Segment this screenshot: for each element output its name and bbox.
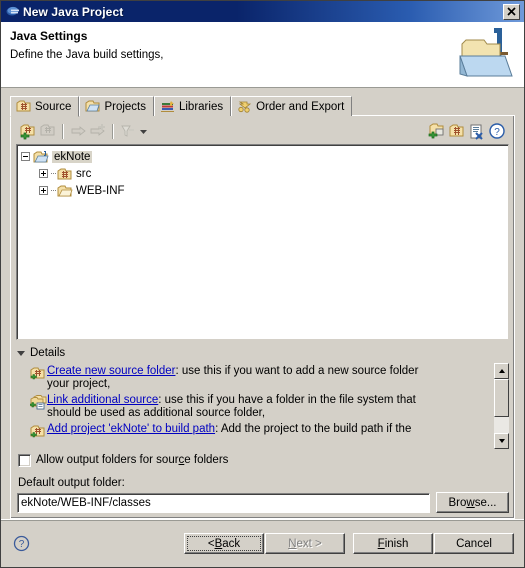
window-title: New Java Project xyxy=(23,4,124,19)
dialog-footer: ? < Back Next > Finish Cancel xyxy=(1,519,524,567)
tree-connector xyxy=(51,173,56,174)
create-new-source-folder-link[interactable]: Create new source folder xyxy=(47,365,175,377)
question-mark-icon[interactable]: ? xyxy=(487,122,507,141)
allow-output-folders-row[interactable]: Allow output folders for source folders xyxy=(18,451,509,469)
details-scrollbar[interactable] xyxy=(493,363,509,449)
details-panel: Create new source folder: use this if yo… xyxy=(16,363,509,449)
tab-order-and-export-label: Order and Export xyxy=(256,100,345,113)
add-project-buildpath-icon xyxy=(30,424,47,439)
new-java-project-dialog: New Java Project Java Settings Define th… xyxy=(0,0,525,568)
tab-libraries-label: Libraries xyxy=(178,100,224,113)
tab-strip: Source Projects Libraries Order and Expo… xyxy=(10,95,515,117)
add-project-to-build-path-link[interactable]: Add project 'ekNote' to build path xyxy=(47,423,215,435)
add-link-arrow-icon xyxy=(88,122,108,141)
add-source-folder-icon[interactable] xyxy=(18,122,38,141)
tab-projects[interactable]: Projects xyxy=(79,96,154,116)
triangle-down-icon xyxy=(17,350,25,356)
svg-text:?: ? xyxy=(19,539,25,550)
java-project-folder-icon xyxy=(450,22,524,87)
list-item-desc-line2: should be used as additional source fold… xyxy=(47,406,266,419)
tree-connector xyxy=(51,190,56,191)
question-mark-circle-icon[interactable]: ? xyxy=(13,535,30,552)
title-bar: New Java Project xyxy=(1,1,524,22)
source-folder-icon xyxy=(57,167,73,181)
default-output-folder-input[interactable]: ekNote/WEB-INF/classes xyxy=(17,492,430,513)
default-focus-ring xyxy=(187,536,261,551)
tab-libraries[interactable]: Libraries xyxy=(153,96,232,116)
new-source-folder-icon[interactable] xyxy=(427,122,447,141)
toolbar-separator-1 xyxy=(62,123,64,139)
tab-source[interactable]: Source xyxy=(10,96,80,117)
source-folder-icon xyxy=(16,100,31,114)
scroll-thumb[interactable] xyxy=(494,379,509,417)
order-export-arrows-icon xyxy=(237,100,252,114)
footer-buttons: < Back Next > Finish Cancel xyxy=(184,533,514,554)
allow-output-folders-checkbox[interactable] xyxy=(18,453,31,467)
link-additional-source-icon xyxy=(30,395,47,410)
filter-icon xyxy=(118,122,138,141)
scroll-down-arrow[interactable] xyxy=(494,433,509,449)
folder-icon xyxy=(57,184,73,198)
default-output-folder-label: Default output folder: xyxy=(18,477,125,489)
tree-row-web-inf[interactable]: WEB-INF xyxy=(17,182,508,199)
source-folders-tree[interactable]: ekNote src WEB-INF xyxy=(16,144,509,340)
list-item[interactable]: Create new source folder: use this if yo… xyxy=(30,365,493,390)
folder-buildpath-icon[interactable] xyxy=(447,122,467,141)
tree-row-eknote[interactable]: ekNote xyxy=(17,148,508,165)
list-item-desc: : use this if you want to add a new sour… xyxy=(175,365,419,377)
list-item-desc-line2: your project, xyxy=(47,377,111,390)
wizard-header: Java Settings Define the Java build sett… xyxy=(1,22,524,88)
wizard-header-text: Java Settings Define the Java build sett… xyxy=(1,22,450,87)
link-source-arrow-icon xyxy=(68,122,88,141)
eclipse-java-icon xyxy=(5,4,20,19)
source-tab-panel: ? ekNote src WEB-INF Details Create new … xyxy=(10,115,515,519)
remove-source-folder-icon xyxy=(38,122,58,141)
back-button[interactable]: < Back xyxy=(184,533,264,554)
list-item[interactable]: Add project 'ekNote' to build path: Add … xyxy=(30,423,493,439)
expander-minus-icon[interactable] xyxy=(21,152,30,161)
tab-order-and-export[interactable]: Order and Export xyxy=(231,96,353,116)
chevron-down-icon[interactable] xyxy=(138,122,149,141)
svg-text:?: ? xyxy=(494,127,500,138)
toolbar-separator-2 xyxy=(112,123,114,139)
tab-source-label: Source xyxy=(35,100,72,113)
list-item[interactable]: Link additional source: use this if you … xyxy=(30,394,493,419)
list-item-text: Create new source folder: use this if yo… xyxy=(47,365,418,390)
page-subtitle: Define the Java build settings, xyxy=(10,49,164,61)
details-list: Create new source folder: use this if yo… xyxy=(16,363,493,449)
list-item-text: Add project 'ekNote' to build path: Add … xyxy=(47,423,411,436)
next-button: Next > xyxy=(265,533,345,554)
expander-plus-icon[interactable] xyxy=(39,169,48,178)
list-item-desc: : Add the project to the build path if t… xyxy=(215,423,412,435)
tree-row-src[interactable]: src xyxy=(17,165,508,182)
details-label: Details xyxy=(30,347,66,359)
expander-plus-icon[interactable] xyxy=(39,186,48,195)
tab-projects-label: Projects xyxy=(104,100,146,113)
allow-output-folders-label: Allow output folders for source folders xyxy=(36,454,229,466)
remove-buildpath-icon[interactable] xyxy=(467,122,487,141)
tree-label-eknote: ekNote xyxy=(52,150,93,163)
tree-label-web-inf: WEB-INF xyxy=(76,184,125,197)
list-item-desc: : use this if you have a folder in the f… xyxy=(158,394,416,406)
page-title: Java Settings xyxy=(10,29,88,43)
link-additional-source-link[interactable]: Link additional source xyxy=(47,394,158,406)
dialog-body: Source Projects Libraries Order and Expo… xyxy=(1,88,524,519)
list-item-text: Link additional source: use this if you … xyxy=(47,394,416,419)
finish-button[interactable]: Finish xyxy=(353,533,433,554)
scroll-up-arrow[interactable] xyxy=(494,363,509,379)
cancel-button[interactable]: Cancel xyxy=(434,533,514,554)
source-toolbar: ? xyxy=(16,120,509,142)
projects-folder-icon xyxy=(85,100,100,114)
close-icon[interactable] xyxy=(503,3,520,20)
default-output-folder-row: ekNote/WEB-INF/classes Bro w se... xyxy=(17,492,509,513)
tree-label-src: src xyxy=(76,167,92,180)
scroll-track[interactable] xyxy=(494,379,509,433)
create-source-folder-icon xyxy=(30,366,47,381)
details-toggle[interactable]: Details xyxy=(17,344,509,362)
java-project-icon xyxy=(33,150,49,164)
libraries-books-icon xyxy=(160,100,175,114)
browse-button[interactable]: Bro w se... xyxy=(436,492,509,513)
